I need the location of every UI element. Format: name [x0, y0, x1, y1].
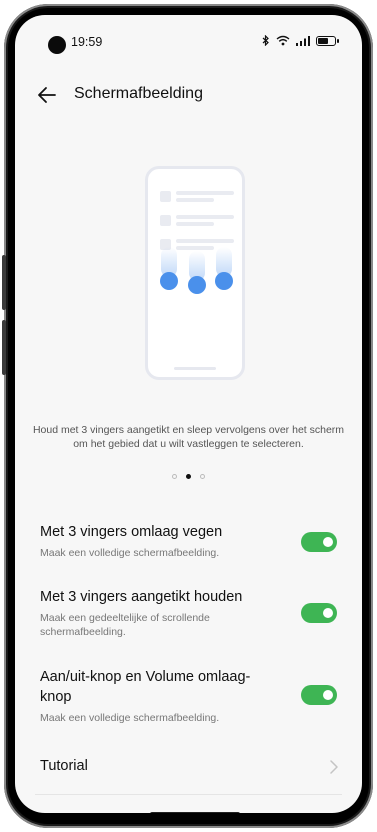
illustration-line [176, 191, 234, 195]
page-indicator [15, 474, 362, 479]
bluetooth-icon [262, 35, 269, 46]
finger-dot [215, 272, 233, 290]
chevron-right-icon [330, 760, 338, 774]
tutorial-label: Tutorial [40, 758, 88, 774]
status-time: 19:59 [71, 35, 103, 49]
gesture-illustration [145, 166, 245, 380]
setting-title: Met 3 vingers omlaag vegen [40, 524, 223, 540]
illustration-square [160, 215, 171, 226]
list-divider [35, 794, 342, 795]
battery-level [318, 37, 328, 44]
setting-power-volume: Aan/uit-knop en Volume omlaag-knop Maak … [40, 667, 260, 725]
toggle-knob [323, 690, 333, 700]
setting-title: Aan/uit-knop en Volume omlaag-knop [40, 669, 251, 705]
signal-icon [296, 35, 310, 46]
illustration-line [176, 222, 214, 226]
tutorial-row[interactable]: Tutorial [40, 753, 340, 783]
status-icons [262, 35, 339, 46]
toggle-touch-hold[interactable] [301, 603, 337, 623]
side-button [2, 320, 6, 375]
setting-subtitle: Maak een volledige schermafbeelding. [40, 547, 220, 559]
setting-title: Met 3 vingers aangetikt houden [40, 589, 243, 605]
page-title: Schermafbeelding [74, 85, 203, 102]
finger-dot [188, 276, 206, 294]
illustration-home-bar [174, 367, 216, 370]
screen: 19:59 Schermafbeelding Houd met 3 vinger… [15, 15, 362, 813]
illustration-line [176, 246, 214, 250]
illustration-line [176, 198, 214, 202]
wifi-icon [276, 35, 290, 46]
page-dot-active[interactable] [186, 474, 191, 479]
page-dot[interactable] [200, 474, 205, 479]
page-dot[interactable] [172, 474, 177, 479]
illustration-line [176, 215, 234, 219]
app-header: Schermafbeelding [15, 77, 362, 117]
setting-subtitle: Maak een volledige schermafbeelding. [40, 712, 220, 724]
illustration-line [176, 239, 234, 243]
setting-touch-hold: Met 3 vingers aangetikt houden Maak een … [40, 587, 330, 639]
toggle-knob [323, 608, 333, 618]
instruction-text: Houd met 3 vingers aangetikt en sleep ve… [32, 424, 345, 450]
battery-icon [316, 35, 339, 46]
arrow-left-icon[interactable] [35, 83, 59, 107]
front-camera [48, 36, 66, 54]
toggle-swipe-down[interactable] [301, 532, 337, 552]
setting-swipe-down: Met 3 vingers omlaag vegen Maak een voll… [40, 522, 330, 560]
finger-dot [160, 272, 178, 290]
toggle-knob [323, 537, 333, 547]
toggle-power-volume[interactable] [301, 685, 337, 705]
status-bar: 19:59 [15, 15, 362, 59]
home-indicator[interactable] [150, 812, 240, 813]
volume-button [2, 255, 6, 310]
illustration-square [160, 191, 171, 202]
setting-subtitle: Maak een gedeeltelijke of scrollende sch… [40, 612, 210, 638]
